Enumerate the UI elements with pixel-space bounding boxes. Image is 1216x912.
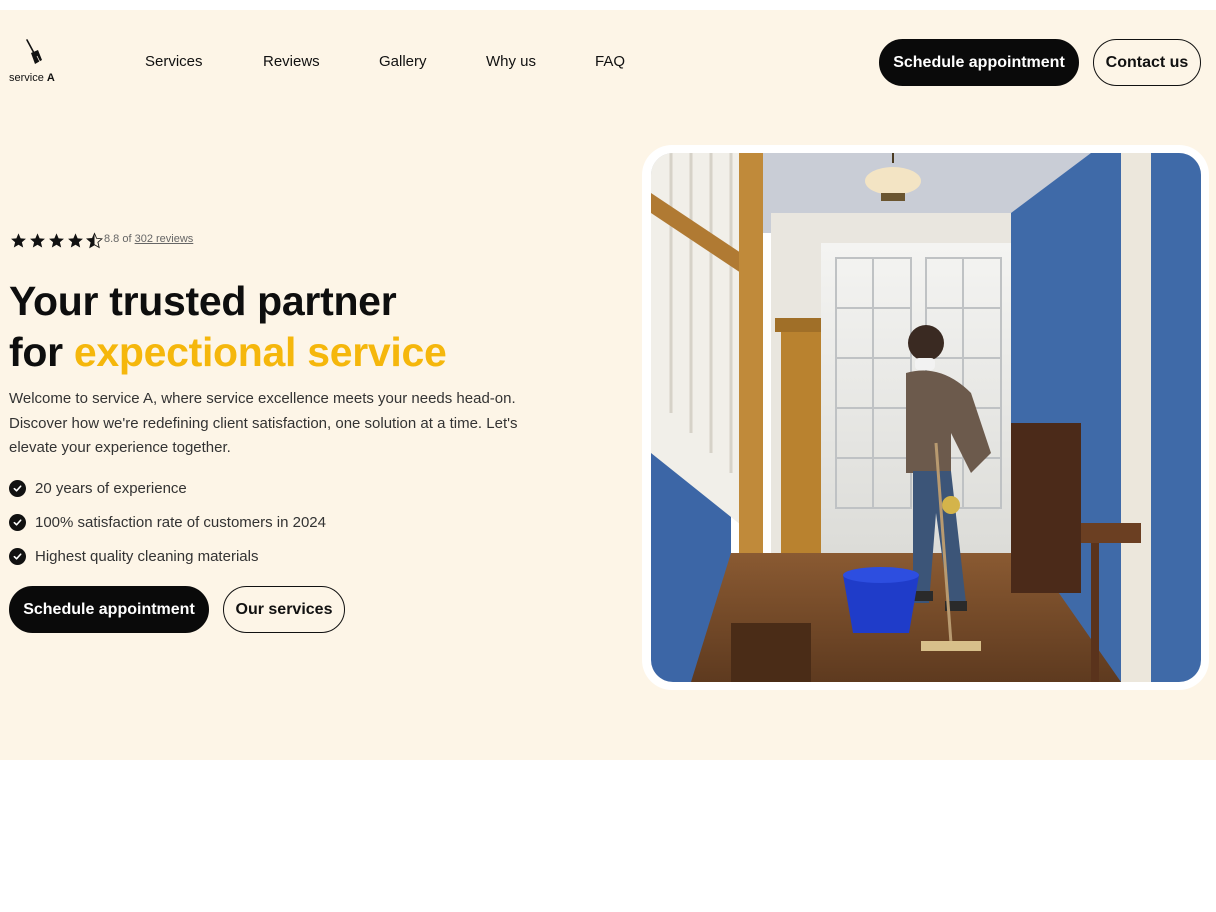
nav-faq[interactable]: FAQ [595,53,625,70]
nav-gallery[interactable]: Gallery [379,53,427,70]
feature-list: 20 years of experience 100% satisfaction… [9,471,326,573]
hero-image [651,153,1201,682]
hero-title: Your trusted partner for expectional ser… [9,278,447,375]
nav-reviews[interactable]: Reviews [263,53,320,70]
feature-item: 20 years of experience [9,471,326,505]
hero-title-accent: expectional service [73,329,447,375]
our-services-button[interactable]: Our services [223,586,345,633]
feature-item: 100% satisfaction rate of customers in 2… [9,505,326,539]
header-contact-button[interactable]: Contact us [1093,39,1201,86]
star-icon [68,233,83,248]
half-star-icon [86,232,103,249]
check-circle-icon [9,479,26,497]
header-schedule-button[interactable]: Schedule appointment [879,39,1079,86]
nav-why-us[interactable]: Why us [486,53,536,70]
broom-icon [26,39,42,64]
logo[interactable]: service A [9,38,69,88]
star-icon [49,233,64,248]
nav-services[interactable]: Services [145,53,203,70]
logo-text: service A [9,72,55,84]
rating-summary: 8.8 of 302 reviews [104,233,194,245]
hero-schedule-button[interactable]: Schedule appointment [9,586,209,633]
star-icon [30,233,45,248]
check-circle-icon [9,513,26,531]
reviews-link[interactable]: 302 reviews [135,233,194,245]
feature-item: Highest quality cleaning materials [9,539,326,573]
star-icon [11,233,26,248]
hero-intro: Welcome to service A, where service exce… [9,390,518,456]
rating-stars [10,232,103,249]
check-circle-icon [9,547,26,565]
